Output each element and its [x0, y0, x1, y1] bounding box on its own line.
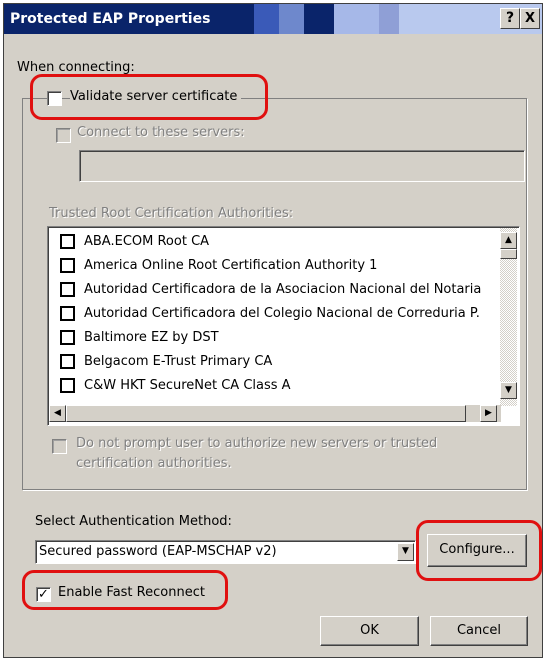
ca-checkbox[interactable] [60, 378, 75, 393]
connect-servers-label: Connect to these servers: [77, 125, 245, 140]
ca-checkbox[interactable] [60, 354, 75, 369]
ca-checkbox[interactable] [60, 306, 75, 321]
when-connecting-label: When connecting: [17, 60, 135, 75]
ca-label: Autoridad Certificadora del Colegio Naci… [84, 306, 480, 321]
eap-properties-dialog: Protected EAP Properties ? X When connec… [3, 3, 543, 658]
ca-checkbox[interactable] [60, 258, 75, 273]
scroll-down-button[interactable]: ▼ [500, 382, 517, 399]
connect-servers-checkbox[interactable] [56, 128, 71, 143]
scroll-left-button[interactable]: ◀ [49, 405, 66, 422]
configure-button[interactable]: Configure... [427, 534, 527, 567]
do-not-prompt-label-line2: certification authorities. [76, 456, 232, 471]
fast-reconnect-label: Enable Fast Reconnect [58, 585, 205, 600]
cancel-button[interactable]: Cancel [430, 616, 528, 646]
auth-method-label: Select Authentication Method: [35, 514, 232, 529]
chevron-down-icon[interactable]: ▼ [397, 543, 414, 561]
title-bar[interactable]: Protected EAP Properties [4, 4, 542, 34]
ca-label: Autoridad Certificadora de la Asociacion… [84, 282, 482, 297]
ca-label: ABA.ECOM Root CA [84, 234, 210, 249]
ca-label: America Online Root Certification Author… [84, 258, 378, 273]
do-not-prompt-label-line1: Do not prompt user to authorize new serv… [76, 436, 438, 451]
trusted-root-list[interactable]: ABA.ECOM Root CA America Online Root Cert… [47, 226, 520, 426]
ca-checkbox[interactable] [60, 330, 75, 345]
servers-input[interactable] [79, 150, 525, 182]
vertical-scroll-thumb[interactable] [500, 249, 517, 259]
scroll-right-button[interactable]: ▶ [480, 405, 497, 422]
auth-method-value: Secured password (EAP-MSCHAP v2) [39, 544, 277, 559]
help-button[interactable]: ? [500, 8, 520, 29]
ca-checkbox[interactable] [60, 282, 75, 297]
ca-label: C&W HKT SecureNet CA Class A [84, 378, 291, 393]
do-not-prompt-checkbox[interactable] [52, 439, 67, 454]
ca-label: Belgacom E-Trust Primary CA [84, 354, 273, 369]
auth-method-select[interactable]: Secured password (EAP-MSCHAP v2) ▼ [35, 540, 416, 564]
ca-checkbox[interactable] [60, 234, 75, 249]
scroll-up-button[interactable]: ▲ [500, 232, 517, 249]
ok-button[interactable]: OK [320, 616, 419, 646]
close-button[interactable]: X [520, 8, 540, 29]
horizontal-scroll-thumb[interactable] [66, 405, 466, 422]
ca-label: Baltimore EZ by DST [84, 330, 219, 345]
trusted-root-label: Trusted Root Certification Authorities: [49, 206, 294, 221]
window-title: Protected EAP Properties [10, 11, 211, 27]
fast-reconnect-checkbox[interactable]: ✓ [36, 587, 51, 602]
validate-cert-checkbox[interactable] [47, 91, 62, 106]
validate-cert-label: Validate server certificate [70, 89, 242, 104]
